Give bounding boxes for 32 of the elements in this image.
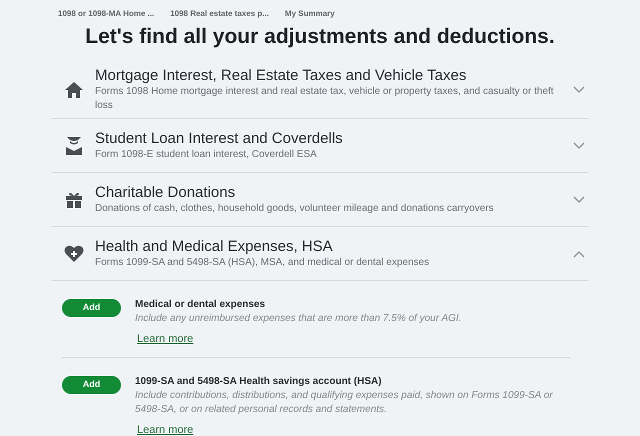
category-title: Student Loan Interest and Coverdells [95, 129, 344, 148]
item-title: 1099-SA and 5498-SA Health savings account (HSA) [135, 375, 383, 389]
item-description: Include any unreimbursed expenses that are more than 7.5% of your AGI. [135, 312, 462, 326]
chevron-down-icon [573, 196, 585, 204]
category-title: Charitable Donations [95, 183, 236, 202]
add-button[interactable]: Add [62, 376, 121, 394]
graduate-icon [64, 136, 82, 156]
chevron-down-icon [573, 86, 585, 94]
house-icon [64, 80, 84, 98]
learn-more-link[interactable]: Learn more [137, 422, 194, 436]
add-button[interactable]: Add [62, 299, 121, 317]
category-row[interactable]: Student Loan Interest and Coverdells Form 1098-E student loan interest, Coverdell ESA [52, 119, 588, 173]
gift-icon [64, 190, 82, 208]
page-heading: Let's find all your adjustments and deductions. [84, 24, 556, 50]
chevron-down-icon [573, 142, 585, 150]
category-row[interactable]: Health and Medical Expenses, HSA Forms 1099-SA and 5498-SA (HSA), MSA, and medical or dental expenses [52, 227, 588, 281]
category-description: Forms 1098 Home mortgage interest and real estate tax, vehicle or property taxes, and casualty or theft loss [95, 85, 555, 113]
breadcrumb-link[interactable]: 1098 or 1098-MA Home ... [58, 8, 154, 20]
chevron-up-icon [573, 250, 585, 258]
item-title: Medical or dental expenses [135, 298, 266, 312]
category-description: Form 1098-E student loan interest, Coverdell ESA [95, 148, 318, 162]
heart-plus-icon [64, 244, 84, 262]
category-description: Forms 1099-SA and 5498-SA (HSA), MSA, and medical or dental expenses [95, 256, 430, 270]
category-description: Donations of cash, clothes, household goods, volunteer mileage and donations carryovers [95, 202, 495, 216]
category-title: Mortgage Interest, Real Estate Taxes and Vehicle Taxes [95, 66, 468, 85]
category-row[interactable]: Mortgage Interest, Real Estate Taxes and Vehicle Taxes Forms 1098 Home mortgage interest and real estate tax, vehicle or property taxes, and casualty or theft loss [52, 61, 588, 119]
learn-more-link[interactable]: Learn more [137, 331, 194, 347]
item-description: Include contributions, distributions, and qualifying expenses paid, shown on Forms 1099-SA or 5498-SA, or on related personal records and statements. [135, 389, 554, 417]
breadcrumb-link[interactable]: 1098 Real estate taxes p... [170, 8, 269, 20]
breadcrumb-link[interactable]: My Summary [284, 8, 335, 20]
category-row[interactable]: Charitable Donations Donations of cash, clothes, household goods, volunteer mileage and donations carryovers [52, 173, 588, 227]
category-title: Health and Medical Expenses, HSA [95, 237, 334, 256]
